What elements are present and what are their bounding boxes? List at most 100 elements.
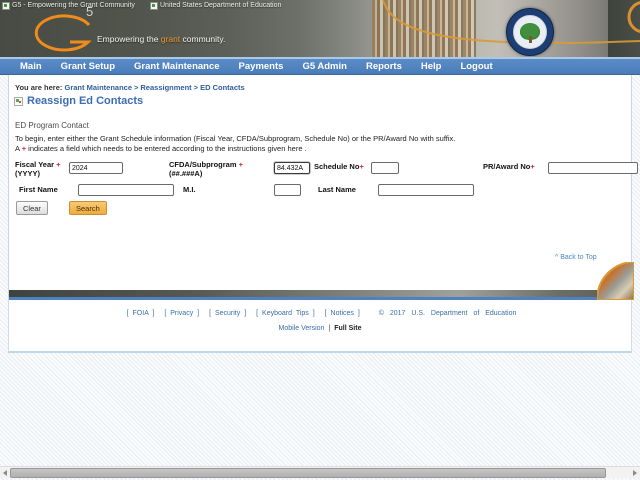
breadcrumb-grant-maintenance[interactable]: Grant Maintenance <box>64 83 132 92</box>
cfda-required: + <box>238 160 243 169</box>
footer-link-wrap: [ Security ] <box>209 310 246 317</box>
nav-item-reports[interactable]: Reports <box>366 61 402 72</box>
back-to-top-link[interactable]: ^ Back to Top <box>555 254 597 261</box>
header-banner: G5 - Empowering the Grant Community Unit… <box>0 0 640 57</box>
banner-alt-text-ed: United States Department of Education <box>160 2 282 9</box>
scrollbar-thumb[interactable] <box>10 468 606 478</box>
pr-award-no-label-text: PR/Award No <box>483 162 531 171</box>
banner-alt-text-g5: G5 - Empowering the Grant Community <box>12 2 135 9</box>
nav-item-grant-maintenance[interactable]: Grant Maintenance <box>134 61 220 72</box>
page-title-icon <box>14 96 23 106</box>
footer-link-wrap: [ FOIA ] <box>127 310 155 317</box>
cfda-label: CFDA/Subprogram + (##.###A) <box>169 160 243 178</box>
nav-item-main[interactable]: Main <box>20 61 42 72</box>
pr-award-no-input[interactable] <box>548 162 638 174</box>
main-nav-bar: Main Grant Setup Grant Maintenance Payme… <box>0 57 640 75</box>
fiscal-year-label: Fiscal Year + (YYYY) <box>15 160 61 178</box>
footer-link-wrap: [ Privacy ] <box>164 310 199 317</box>
nav-item-payments[interactable]: Payments <box>239 61 284 72</box>
bracket: ] <box>152 310 155 317</box>
banner-alt-chip-g5: G5 - Empowering the Grant Community <box>2 1 135 10</box>
g5-logo-icon <box>34 14 92 52</box>
bracket: ] <box>312 310 315 317</box>
footer-photo-strip <box>9 290 633 297</box>
fiscal-year-required: + <box>56 160 61 169</box>
bracket: ] <box>197 310 200 317</box>
tagline-pre: Empowering the <box>97 34 161 44</box>
footer-link-security[interactable]: Security <box>215 310 240 317</box>
mi-label: M.I. <box>183 185 196 194</box>
left-triangle-icon <box>3 470 7 476</box>
bracket: [ <box>324 310 327 317</box>
breadcrumb-separator: > <box>193 83 199 92</box>
bookshelf-photo <box>372 0 476 57</box>
instructions-line1: To begin, enter either the Grant Schedul… <box>15 134 456 143</box>
books-corner-image <box>597 262 634 300</box>
copyright-text: © 2017 U.S. Department of Education <box>378 310 517 317</box>
broken-image-icon <box>2 1 10 10</box>
footer-link-keyboard-tips[interactable]: Keyboard Tips <box>262 310 309 317</box>
nav-item-logout[interactable]: Logout <box>460 61 492 72</box>
pr-award-no-required: + <box>530 162 535 171</box>
dept-of-education-seal-icon <box>506 8 554 56</box>
footer-link-wrap: [ Notices ] <box>325 310 360 317</box>
seal-inner-ring <box>513 15 547 49</box>
scroll-right-arrow-icon[interactable] <box>630 467 640 479</box>
breadcrumb: You are here: Grant Maintenance > Reassign… <box>15 83 245 92</box>
bracket: ] <box>357 310 360 317</box>
fiscal-year-input[interactable] <box>69 162 123 174</box>
bracket: [ <box>126 310 129 317</box>
scroll-left-arrow-icon[interactable] <box>0 467 10 479</box>
banner-alt-chip-ed: United States Department of Education <box>150 1 281 10</box>
page-title: Reassign Ed Contacts <box>27 95 144 107</box>
search-button[interactable]: Search <box>69 201 107 215</box>
footer-link-privacy[interactable]: Privacy <box>170 310 193 317</box>
schedule-no-input[interactable] <box>371 162 399 174</box>
fiscal-year-hint: (YYYY) <box>15 168 41 178</box>
tagline-grant: grant <box>160 34 181 44</box>
pr-award-no-label: PR/Award No+ <box>483 162 535 172</box>
footer-site-toggle-row: Mobile Version | Full Site <box>9 325 631 332</box>
instructions-line2-post: indicates a field which needs to be ente… <box>26 143 307 153</box>
g5-application-page: G5 - Empowering the Grant Community Unit… <box>0 0 640 480</box>
nav-item-grant-setup[interactable]: Grant Setup <box>61 61 115 72</box>
footer-link-wrap: [ Keyboard Tips ] <box>256 310 315 317</box>
breadcrumb-ed-contacts[interactable]: ED Contacts <box>200 83 245 92</box>
tagline-post: community. <box>180 34 226 44</box>
instructions-line2: A + indicates a field which needs to be … <box>15 144 615 154</box>
first-name-label: First Name <box>19 185 58 194</box>
cfda-hint: (##.###A) <box>169 168 203 178</box>
breadcrumb-separator: > <box>134 83 139 92</box>
g5-logo-number: 5 <box>86 4 94 19</box>
seal-trunk <box>528 36 532 43</box>
horizontal-scrollbar[interactable] <box>0 466 640 478</box>
last-name-input[interactable] <box>378 184 474 196</box>
bracket: ] <box>244 310 247 317</box>
tagline: Empowering the grant community. <box>97 34 225 44</box>
breadcrumb-reassignment[interactable]: Reassignment <box>140 83 191 92</box>
bracket: [ <box>256 310 259 317</box>
footer-link-notices[interactable]: Notices <box>331 310 354 317</box>
footer-link-foia[interactable]: FOIA <box>133 310 149 317</box>
instructions-text: To begin, enter either the Grant Schedul… <box>15 134 615 153</box>
schedule-no-required: + <box>359 162 364 171</box>
cfda-input[interactable] <box>274 162 310 174</box>
breadcrumb-prefix: You are here: <box>15 83 63 92</box>
first-name-input[interactable] <box>78 184 174 196</box>
banner-right-panel <box>608 0 640 57</box>
section-heading: ED Program Contact <box>15 121 89 130</box>
footer-separator: | <box>328 325 331 332</box>
nav-item-help[interactable]: Help <box>421 61 442 72</box>
clear-button[interactable]: Clear <box>16 201 48 215</box>
content-area: You are here: Grant Maintenance > Reassign… <box>8 75 638 300</box>
schedule-no-label: Schedule No+ <box>314 162 364 172</box>
broken-image-icon <box>150 1 158 10</box>
bracket: [ <box>209 310 212 317</box>
mobile-version-link[interactable]: Mobile Version <box>279 325 325 332</box>
bracket: [ <box>164 310 167 317</box>
nav-item-g5-admin[interactable]: G5 Admin <box>302 61 347 72</box>
page-title-row: Reassign Ed Contacts <box>14 95 143 107</box>
footer-links-row: [ FOIA ] [ Privacy ] [ Security ] [ Keyb… <box>9 310 631 317</box>
mi-input[interactable] <box>274 184 301 196</box>
last-name-label: Last Name <box>318 185 356 194</box>
